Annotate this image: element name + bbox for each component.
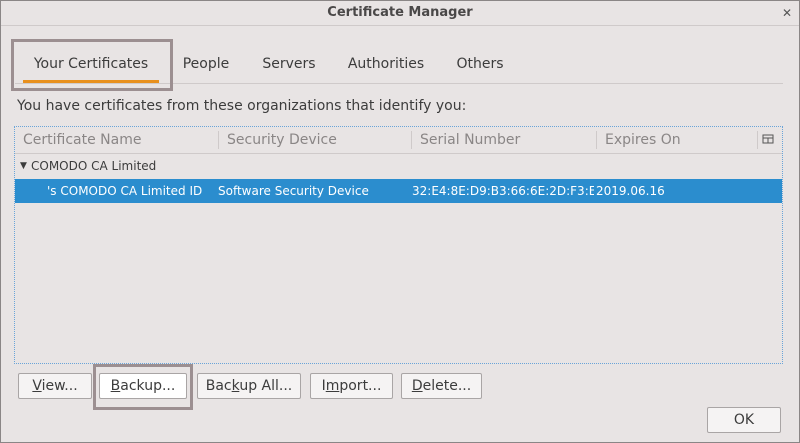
highlight-box-tab xyxy=(11,39,173,91)
column-header-expires-on[interactable]: Expires On xyxy=(597,127,757,153)
expand-triangle-icon[interactable]: ▼ xyxy=(20,155,27,177)
tab-label: Authorities xyxy=(347,56,425,72)
intro-text: You have certificates from these organiz… xyxy=(17,98,467,114)
tab-label: Others xyxy=(456,56,504,72)
column-divider[interactable] xyxy=(757,131,758,149)
close-icon[interactable]: ✕ xyxy=(779,1,795,25)
tab-others[interactable]: Others xyxy=(449,43,511,83)
ok-button[interactable]: OK xyxy=(707,407,781,433)
delete-button[interactable]: Delete... xyxy=(401,373,482,399)
title-bar: Certificate Manager ✕ xyxy=(1,1,799,26)
tab-label: People xyxy=(182,56,230,72)
backup-button[interactable]: Backup... xyxy=(99,373,187,399)
cell-serial-number: 32:E4:8E:D9:B3:66:6E:2D:F3:E... xyxy=(412,184,594,198)
cell-security-device: Software Security Device xyxy=(218,184,369,198)
tab-label: Servers xyxy=(262,56,316,72)
cell-certificate-name: 's COMODO CA Limited ID xyxy=(47,184,203,198)
tree-group-row[interactable]: ▼ COMODO CA Limited xyxy=(15,155,782,177)
tab-servers[interactable]: Servers xyxy=(255,43,323,83)
column-picker-icon[interactable] xyxy=(762,133,774,145)
tab-authorities[interactable]: Authorities xyxy=(342,43,430,83)
import-button[interactable]: Import... xyxy=(310,373,393,399)
group-label: COMODO CA Limited xyxy=(31,159,157,173)
window-title: Certificate Manager xyxy=(327,5,473,20)
column-header-security-device[interactable]: Security Device xyxy=(219,127,411,153)
backup-all-button[interactable]: Backup All... xyxy=(197,373,301,399)
column-header-serial-number[interactable]: Serial Number xyxy=(412,127,596,153)
view-button[interactable]: View... xyxy=(18,373,92,399)
certificate-manager-window: Certificate Manager ✕ Your Certificates … xyxy=(0,0,800,443)
table-row[interactable]: 's COMODO CA Limited ID Software Securit… xyxy=(15,179,782,203)
table-header: Certificate Name Security Device Serial … xyxy=(15,127,782,154)
column-header-certificate-name[interactable]: Certificate Name xyxy=(15,127,218,153)
tab-people[interactable]: People xyxy=(175,43,237,83)
certificate-tree[interactable]: Certificate Name Security Device Serial … xyxy=(14,126,783,364)
cell-expires-on: 2019.06.16 xyxy=(596,184,665,198)
